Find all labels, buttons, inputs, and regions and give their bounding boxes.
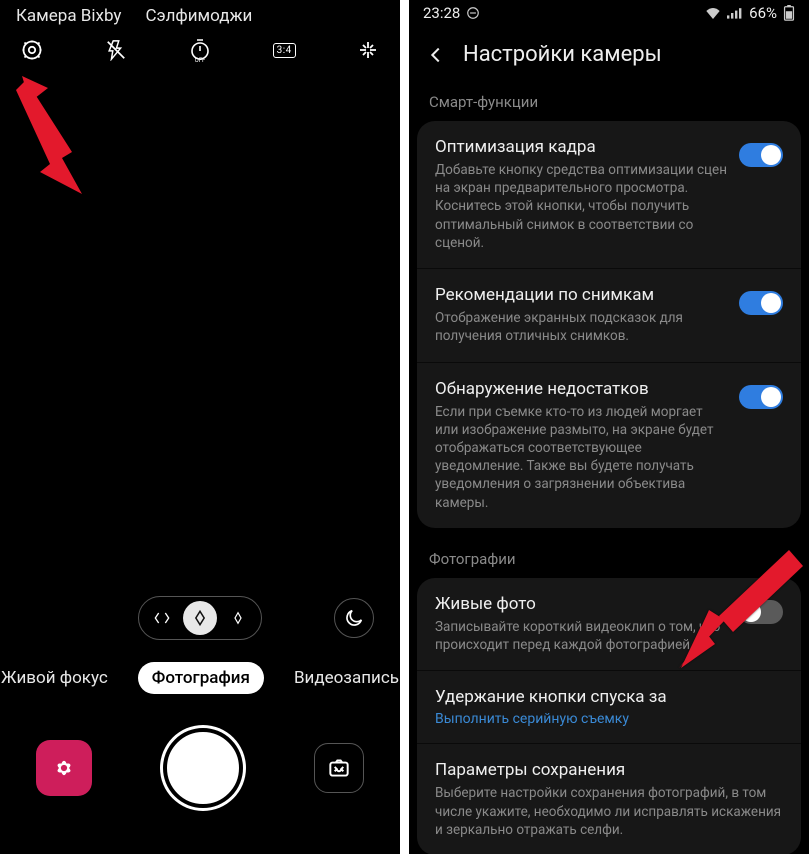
camera-toolbar: OFF 3:4 xyxy=(0,34,400,70)
card-photos: Живые фото Записывайте короткий видеокли… xyxy=(417,578,801,854)
row-desc: Добавьте кнопку средства оптимизации сце… xyxy=(435,161,727,252)
signal-icon xyxy=(727,7,743,19)
row-link: Выполнить серийную съемку xyxy=(435,711,783,727)
mode-selector[interactable]: Живой фокус Фотография Видеозапись xyxy=(0,662,400,694)
night-mode-icon[interactable] xyxy=(334,598,374,638)
zoom-wide-icon[interactable] xyxy=(145,601,179,635)
status-time: 23:28 xyxy=(423,4,460,22)
flash-off-icon[interactable] xyxy=(104,38,128,62)
shutter-button[interactable] xyxy=(163,728,243,808)
card-smart: Оптимизация кадра Добавьте кнопку средст… xyxy=(417,121,801,528)
row-title: Рекомендации по снимкам xyxy=(435,285,727,305)
zoom-controls xyxy=(0,596,400,640)
row-desc: Выберите настройки сохранения фотографий… xyxy=(435,784,783,839)
top-tabs: Камера Bixby Сэлфимоджи xyxy=(0,0,400,34)
row-title: Удержание кнопки спуска за xyxy=(435,687,783,707)
zoom-1x-icon[interactable] xyxy=(183,601,217,635)
shutter-bar xyxy=(0,728,400,808)
tab-bixby[interactable]: Камера Bixby xyxy=(16,6,121,26)
mode-live-focus[interactable]: Живой фокус xyxy=(0,662,122,694)
zoom-2x-icon[interactable] xyxy=(221,601,255,635)
dnd-icon xyxy=(466,6,480,20)
row-shutter-hold[interactable]: Удержание кнопки спуска за Выполнить сер… xyxy=(417,671,801,744)
svg-text:OFF: OFF xyxy=(195,57,206,63)
gallery-thumbnail[interactable] xyxy=(36,740,92,796)
row-flaws[interactable]: Обнаружение недостатков Если при съемке … xyxy=(417,363,801,528)
row-title: Параметры сохранения xyxy=(435,760,783,780)
mode-video[interactable]: Видеозапись xyxy=(280,662,400,694)
settings-title: Настройки камеры xyxy=(463,42,662,67)
settings-header: Настройки камеры xyxy=(409,24,809,87)
timer-off-icon[interactable]: OFF xyxy=(188,38,212,62)
row-title: Обнаружение недостатков xyxy=(435,379,727,399)
annotation-arrow xyxy=(12,72,102,202)
status-bar: 23:28 66% xyxy=(409,0,809,24)
row-title: Оптимизация кадра xyxy=(435,137,727,157)
switch-camera-icon[interactable] xyxy=(314,743,364,793)
row-recommend[interactable]: Рекомендации по снимкам Отображение экра… xyxy=(417,269,801,362)
tab-selfiemoji[interactable]: Сэлфимоджи xyxy=(145,6,252,26)
mode-photo[interactable]: Фотография xyxy=(138,662,264,694)
effects-icon[interactable] xyxy=(356,38,380,62)
gear-icon[interactable] xyxy=(20,38,44,62)
wifi-icon xyxy=(705,7,721,19)
toggle-recommend[interactable] xyxy=(739,291,783,315)
camera-app-screen: Камера Bixby Сэлфимоджи OFF 3:4 xyxy=(0,0,400,854)
back-icon[interactable] xyxy=(425,44,447,66)
settings-screen: 23:28 66% Настройки камеры Смарт-функции… xyxy=(409,0,809,854)
toggle-optimize[interactable] xyxy=(739,143,783,167)
row-optimize[interactable]: Оптимизация кадра Добавьте кнопку средст… xyxy=(417,121,801,269)
battery-icon xyxy=(783,5,795,21)
row-live-photo[interactable]: Живые фото Записывайте короткий видеокли… xyxy=(417,578,801,671)
toggle-live-photo[interactable] xyxy=(739,600,783,624)
row-title: Живые фото xyxy=(435,594,727,614)
row-desc: Если при съемке кто-то из людей моргает … xyxy=(435,403,727,512)
section-smart: Смарт-функции xyxy=(409,87,809,121)
section-photos: Фотографии xyxy=(409,544,809,578)
toggle-flaws[interactable] xyxy=(739,385,783,409)
battery-percent: 66% xyxy=(749,4,777,22)
aspect-ratio-badge[interactable]: 3:4 xyxy=(273,43,296,58)
row-desc: Записывайте короткий видеоклип о том, чт… xyxy=(435,618,727,654)
row-save-params[interactable]: Параметры сохранения Выберите настройки … xyxy=(417,744,801,854)
row-desc: Отображение экранных подсказок для получ… xyxy=(435,309,727,345)
